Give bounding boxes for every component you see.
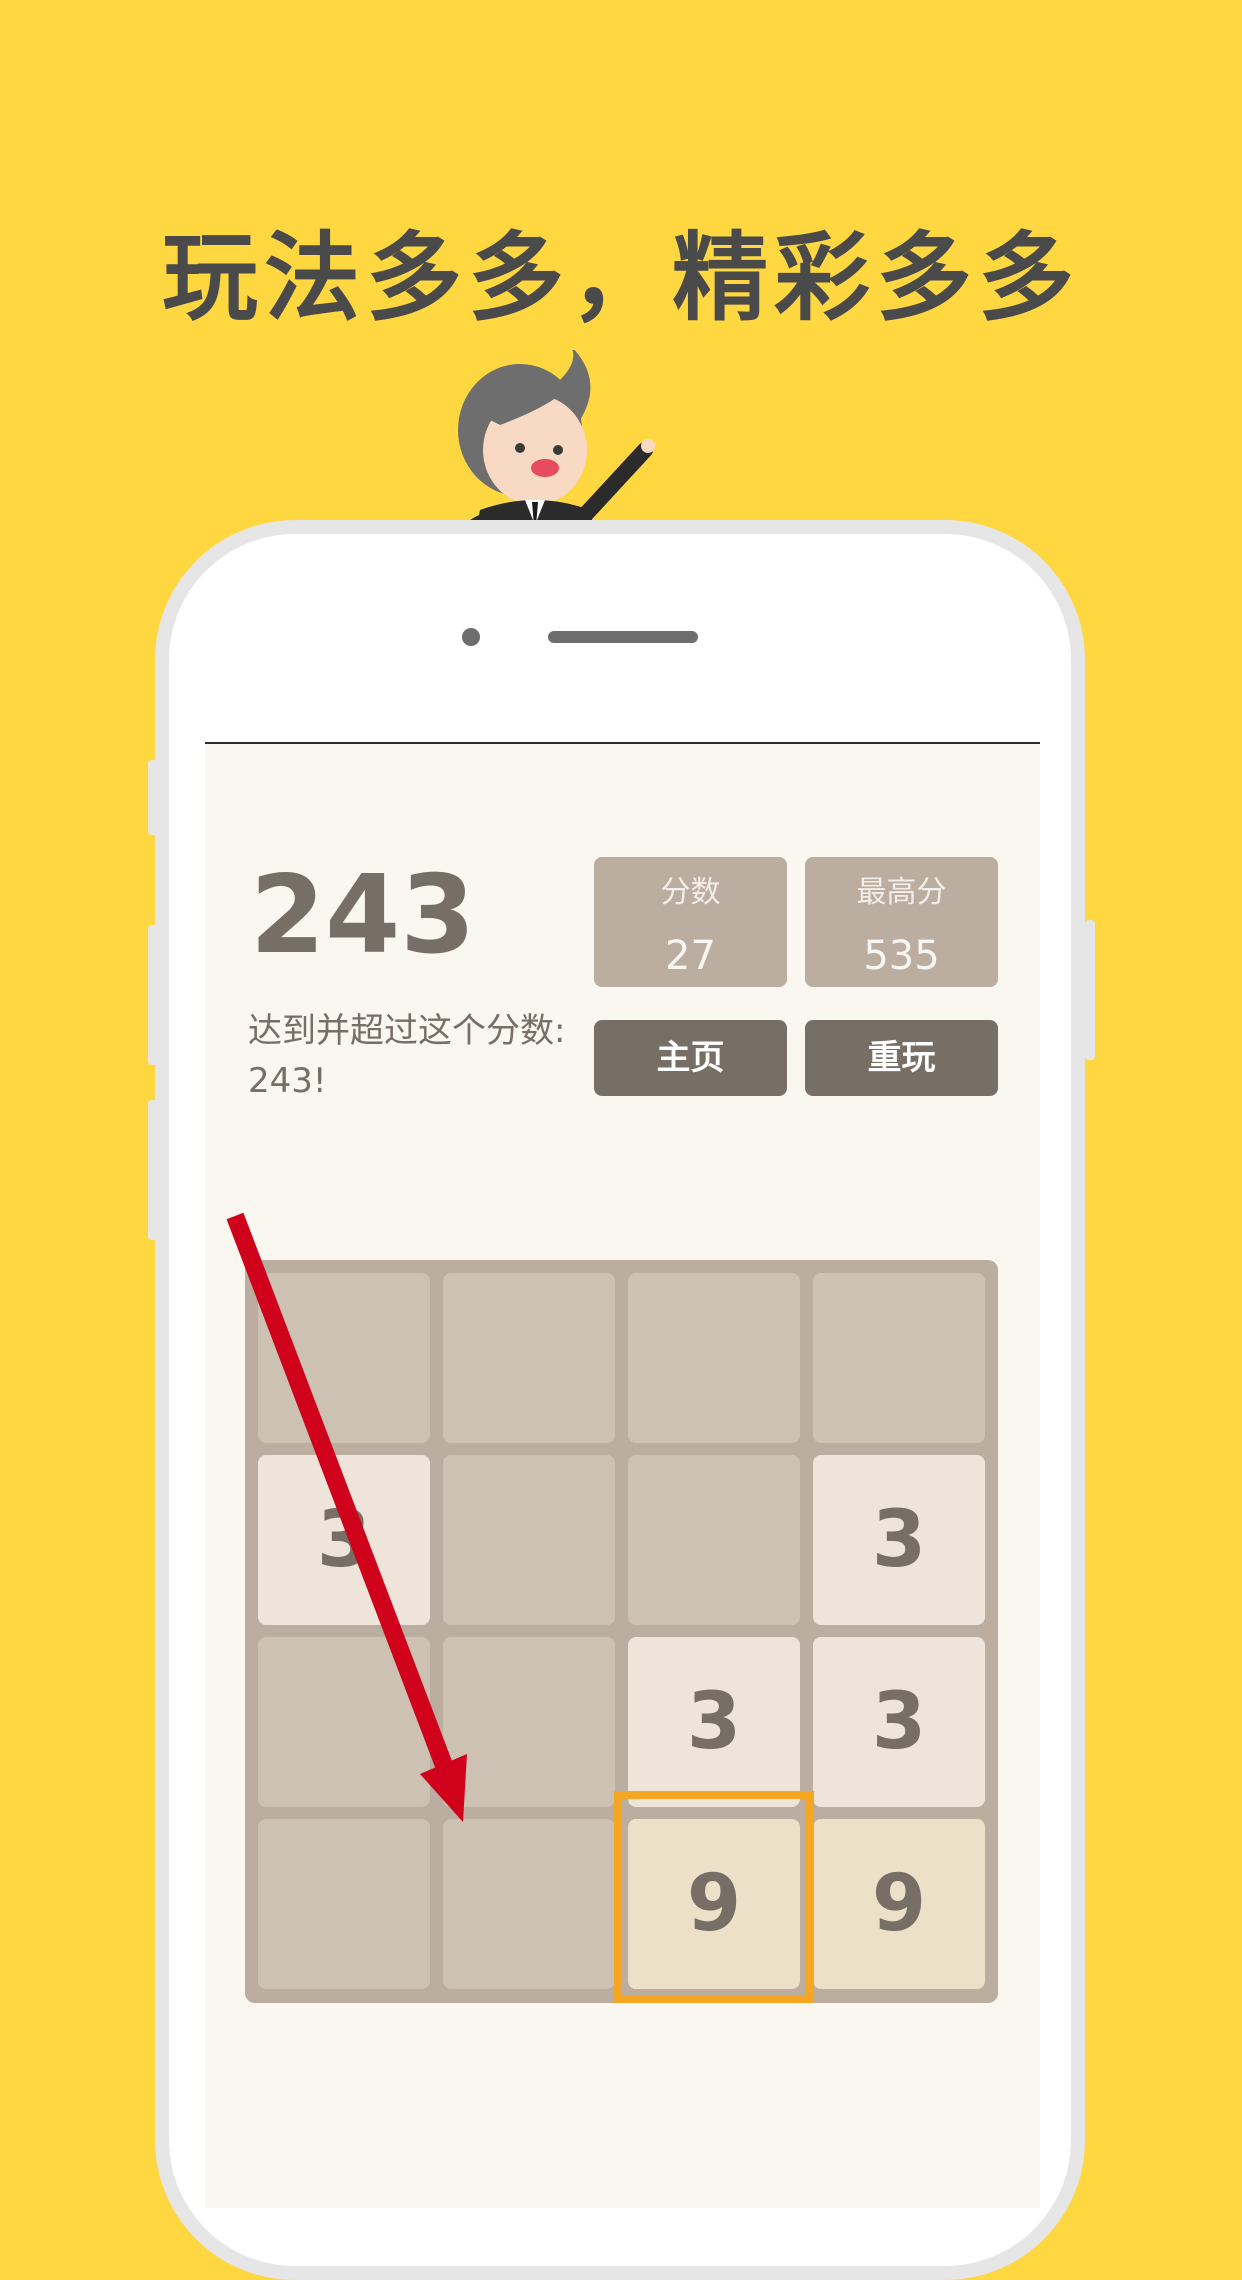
score-label: 分数 — [660, 875, 721, 910]
tile-3: 3 — [813, 1637, 985, 1807]
empty-cell — [443, 1819, 615, 1989]
empty-cell — [258, 1637, 430, 1807]
phone-camera — [462, 628, 480, 646]
empty-cell — [813, 1273, 985, 1443]
empty-cell — [443, 1455, 615, 1625]
phone-side-button — [148, 760, 158, 835]
empty-cell — [443, 1273, 615, 1443]
home-button[interactable]: 主页 — [594, 1020, 787, 1096]
tile-3: 3 — [628, 1637, 800, 1807]
empty-cell — [258, 1273, 430, 1443]
tile-9: 9 — [813, 1819, 985, 1989]
highlighted-tile-frame — [614, 1791, 814, 2003]
phone-speaker — [548, 631, 698, 643]
empty-cell — [628, 1455, 800, 1625]
tile-3: 3 — [813, 1455, 985, 1625]
tile-3: 3 — [258, 1455, 430, 1625]
headline: 玩法多多，精彩多多 — [162, 222, 1080, 334]
phone-volume-up — [148, 925, 158, 1065]
empty-cell — [258, 1819, 430, 1989]
score-value: 27 — [665, 933, 716, 979]
goal-text: 达到并超过这个分数: 243! — [248, 1011, 566, 1101]
best-score-label: 最高分 — [856, 875, 947, 910]
best-score-box: 最高分 535 — [805, 857, 998, 987]
empty-cell — [443, 1637, 615, 1807]
empty-cell — [628, 1273, 800, 1443]
game-screen: 243 达到并超过这个分数: 243! 分数 27 最高分 535 主页 重玩 … — [205, 742, 1040, 2208]
target-value: 243 — [250, 853, 476, 978]
phone-power-button — [1085, 920, 1095, 1060]
phone-volume-down — [148, 1100, 158, 1240]
restart-button[interactable]: 重玩 — [805, 1020, 998, 1096]
score-box: 分数 27 — [594, 857, 787, 987]
best-score-value: 535 — [863, 933, 940, 979]
